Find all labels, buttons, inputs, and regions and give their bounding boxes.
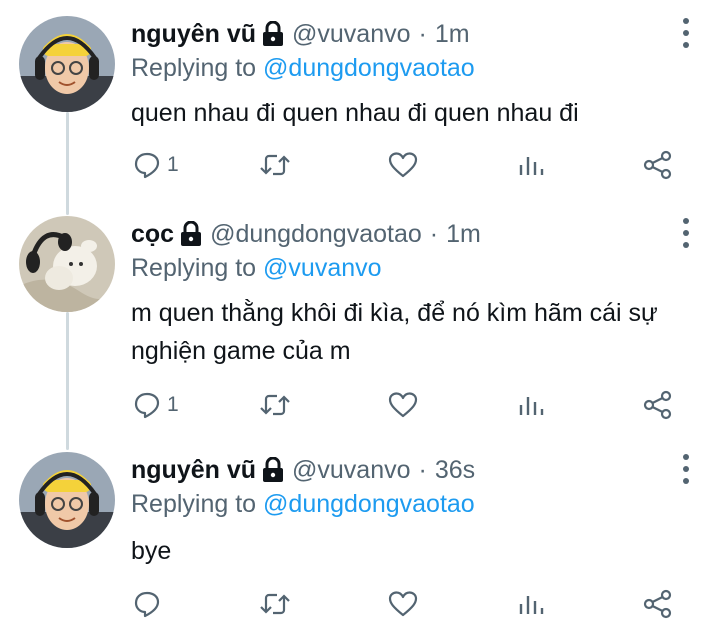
analytics-icon [519, 596, 544, 614]
views-button[interactable] [518, 586, 544, 622]
heart-icon [388, 392, 418, 418]
avatar[interactable] [19, 216, 115, 312]
reply-icon [134, 392, 160, 419]
separator-dot: · [418, 19, 427, 48]
share-icon [643, 390, 672, 420]
like-button[interactable] [388, 586, 418, 622]
replying-to: Replying to @vuvanvo [131, 254, 382, 283]
retweet-button[interactable] [259, 147, 291, 183]
share-button[interactable] [643, 147, 673, 183]
lock-icon [180, 220, 202, 247]
reply-button[interactable]: 1 [133, 147, 179, 183]
replying-to: Replying to @dungdongvaotao [131, 490, 475, 519]
like-button[interactable] [388, 387, 418, 423]
reply-icon [134, 591, 160, 618]
reply-icon [134, 152, 160, 179]
share-icon [643, 150, 672, 180]
share-icon [643, 589, 672, 619]
replying-to: Replying to @dungdongvaotao [131, 54, 475, 83]
replying-to-link[interactable]: @dungdongvaotao [263, 490, 475, 518]
user-handle[interactable]: @vuvanvo [292, 456, 411, 485]
tweet[interactable]: cọc @dungdongvaotao · 1m Replying to @vu… [0, 216, 720, 434]
tweet-text: m quen thằng khôi đi kìa, để nó kìm hãm … [131, 299, 658, 365]
timestamp[interactable]: 1m [435, 20, 470, 49]
tweet-header: nguyên vũ @vuvanvo · 1m [131, 16, 470, 52]
tweet[interactable]: nguyên vũ @vuvanvo · 1m Replying to @dun… [0, 16, 720, 196]
timestamp[interactable]: 1m [446, 220, 481, 249]
tweet-text: bye [131, 537, 172, 565]
lock-icon [262, 20, 284, 47]
user-handle[interactable]: @vuvanvo [292, 20, 411, 49]
more-icon[interactable] [680, 18, 692, 48]
replying-to-link[interactable]: @vuvanvo [263, 254, 382, 282]
reply-button[interactable] [133, 586, 167, 622]
share-button[interactable] [643, 387, 673, 423]
action-bar [131, 586, 691, 622]
timestamp[interactable]: 36s [435, 456, 475, 485]
display-name[interactable]: nguyên vũ [131, 20, 256, 49]
like-button[interactable] [388, 147, 418, 183]
reply-button[interactable]: 1 [133, 387, 179, 423]
tweet-text: quen nhau đi quen nhau đi quen nhau đi [131, 99, 579, 127]
retweet-icon [260, 593, 290, 615]
retweet-icon [260, 394, 290, 416]
avatar[interactable] [19, 16, 115, 112]
tweet-header: nguyên vũ @vuvanvo · 36s [131, 452, 475, 488]
more-icon[interactable] [680, 218, 692, 248]
replying-prefix: Replying to [131, 254, 257, 282]
lock-icon [262, 456, 284, 483]
display-name[interactable]: nguyên vũ [131, 456, 256, 485]
user-handle[interactable]: @dungdongvaotao [210, 220, 422, 249]
separator-dot: · [418, 455, 427, 484]
replying-prefix: Replying to [131, 54, 257, 82]
analytics-icon [519, 397, 544, 415]
views-button[interactable] [518, 387, 544, 423]
separator-dot: · [429, 219, 439, 248]
views-button[interactable] [518, 147, 544, 183]
action-bar: 1 [131, 147, 691, 183]
retweet-icon [260, 154, 290, 176]
replying-to-link[interactable]: @dungdongvaotao [263, 54, 475, 82]
heart-icon [388, 152, 418, 178]
avatar[interactable] [19, 452, 115, 548]
share-button[interactable] [643, 586, 673, 622]
analytics-icon [519, 157, 544, 175]
more-icon[interactable] [680, 454, 692, 484]
heart-icon [388, 591, 418, 617]
reply-count: 1 [167, 153, 179, 176]
replying-prefix: Replying to [131, 490, 257, 518]
retweet-button[interactable] [259, 387, 291, 423]
action-bar: 1 [131, 387, 691, 423]
display-name[interactable]: cọc [131, 220, 174, 249]
retweet-button[interactable] [259, 586, 291, 622]
reply-count: 1 [167, 393, 179, 416]
tweet-header: cọc @dungdongvaotao · 1m [131, 216, 481, 252]
tweet[interactable]: nguyên vũ @vuvanvo · 36s Replying to @du… [0, 452, 720, 632]
